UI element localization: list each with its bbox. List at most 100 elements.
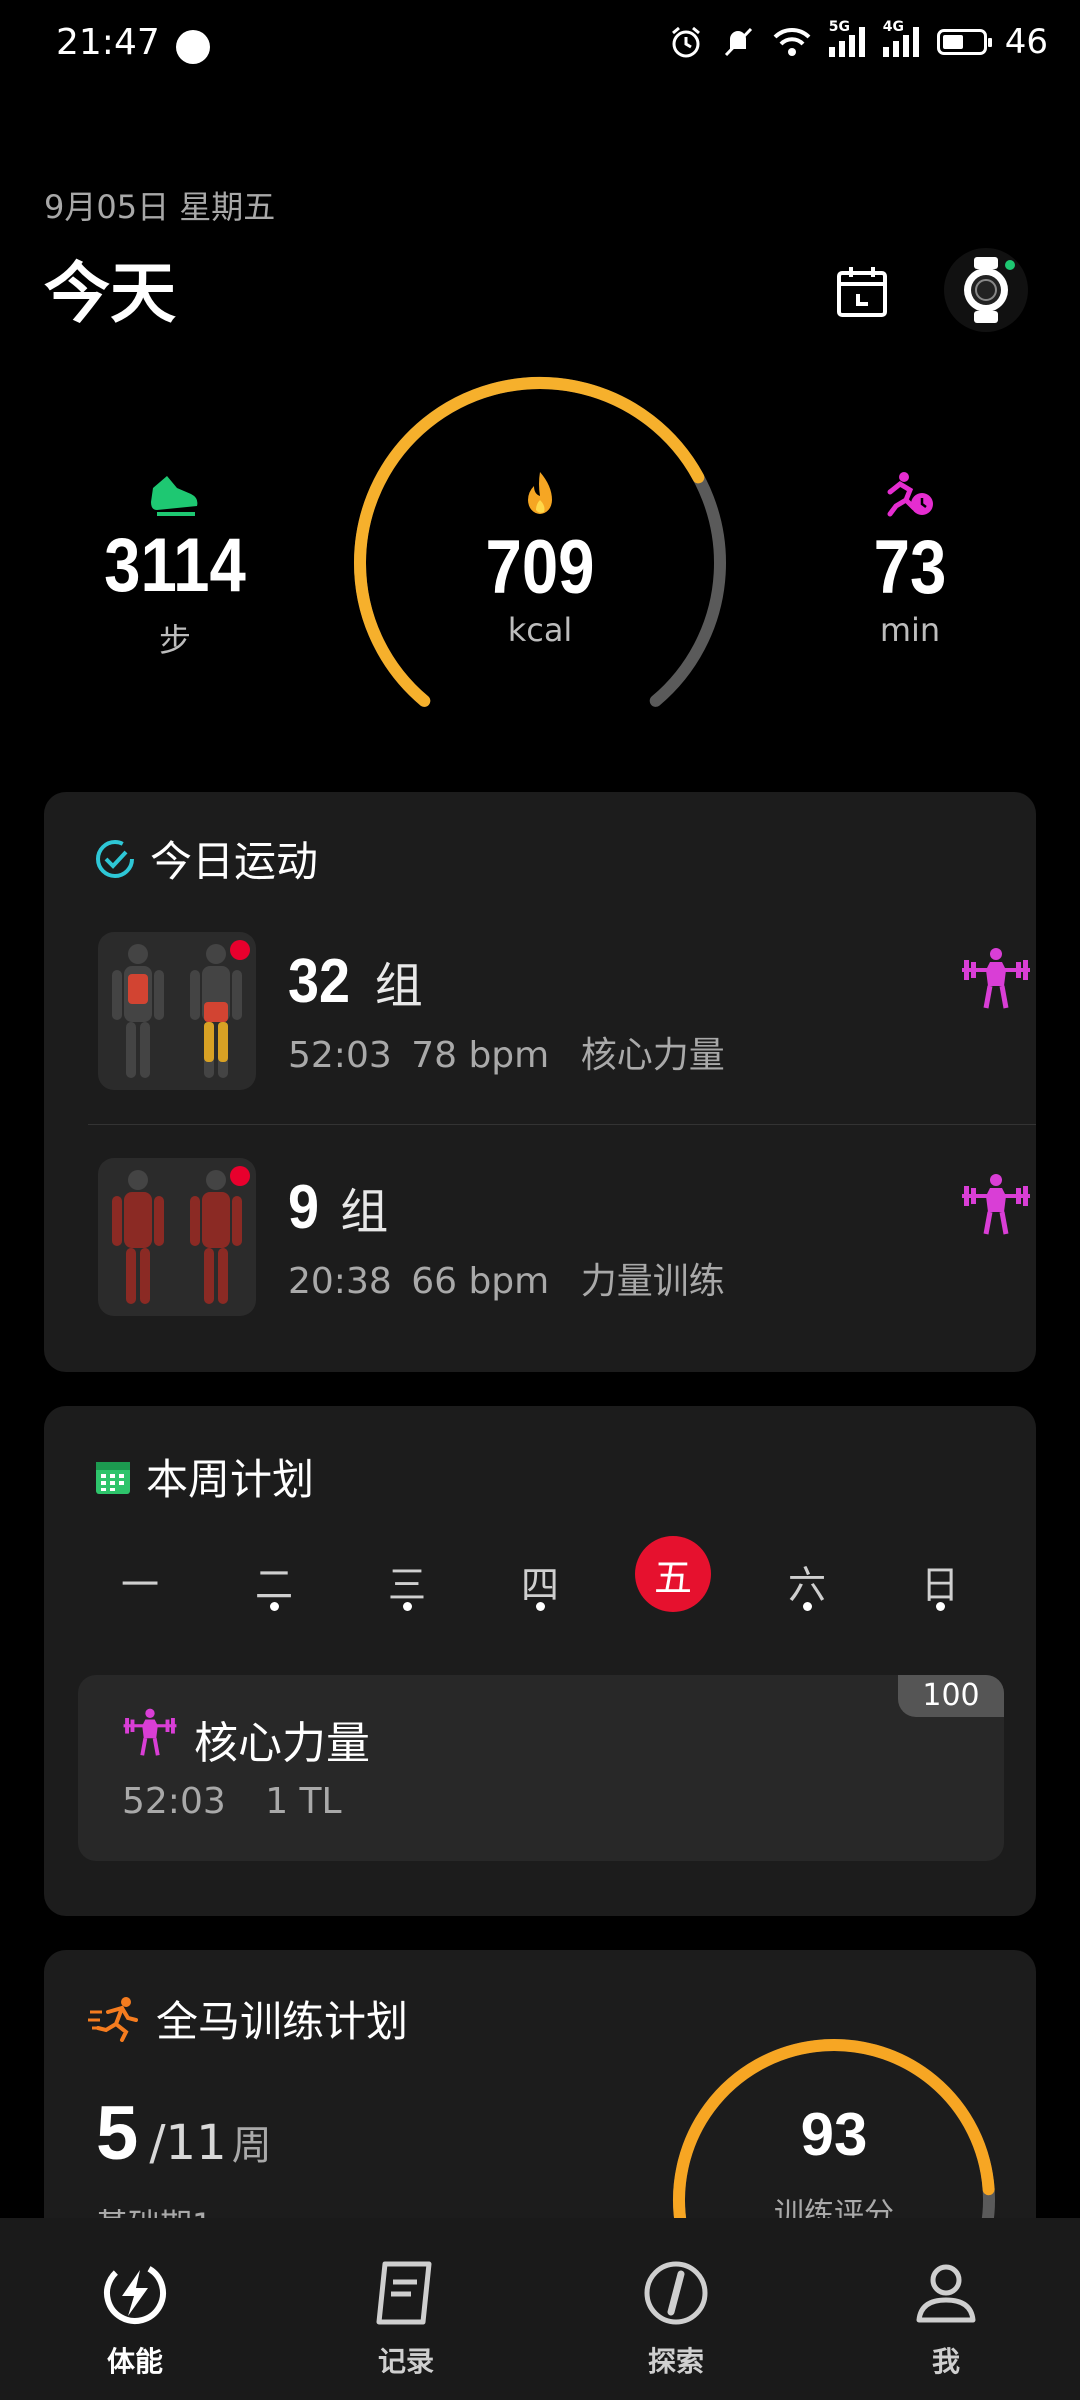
new-indicator-dot: [230, 1166, 250, 1186]
calendar-grid-icon: [96, 1461, 130, 1494]
workout-duration: 52:03: [288, 1035, 392, 1076]
today-workouts-card: 今日运动 32 组 52:03 78 bpm 核心力量 9 组 20:38 66…: [44, 792, 1036, 1372]
calendar-icon: [837, 267, 887, 317]
device-watch-button[interactable]: [944, 248, 1028, 332]
workout-item[interactable]: 32 组 52:03 78 bpm 核心力量: [98, 932, 1036, 1092]
total-weeks: /11: [149, 2115, 227, 2171]
day-label: 六: [787, 1563, 826, 1607]
nav-label: 体能: [106, 2345, 163, 2378]
plan-details: 52:03 1 TL: [122, 1781, 342, 1822]
network-5g-label: 5G: [828, 19, 850, 35]
new-indicator-dot: [230, 940, 250, 960]
calories-stat[interactable]: 709 kcal: [420, 470, 660, 649]
activity-dot: [536, 1602, 545, 1611]
running-icon: [88, 1996, 138, 2042]
fitness-bolt-icon: [104, 2262, 166, 2324]
marathon-title: 全马训练计划: [156, 1997, 409, 2046]
calories-value: 709: [485, 525, 595, 610]
activity-dot: [403, 1602, 412, 1611]
status-icons: 5G 4G 46: [669, 19, 1048, 62]
week-plan-title: 本周计划: [146, 1455, 315, 1504]
watch-icon: [964, 257, 1015, 323]
day-tue[interactable]: 二: [234, 1554, 314, 1609]
notification-bubble-icon: [176, 30, 210, 64]
network-4g-label: 4G: [882, 19, 904, 35]
wifi-icon: [773, 27, 811, 56]
nav-records[interactable]: 记录: [336, 2258, 476, 2380]
battery-level: 46: [1004, 22, 1048, 62]
activity-dot: [803, 1602, 812, 1611]
workout-details: 20:38 66 bpm 力量训练: [288, 1252, 725, 1304]
plan-item-card[interactable]: 100 核心力量 52:03 1 TL: [78, 1675, 1004, 1861]
day-label: 四: [520, 1563, 559, 1607]
sets-count: 32: [288, 947, 351, 1016]
workout-sets: 9 组: [288, 1172, 388, 1243]
day-mon[interactable]: 一: [100, 1554, 180, 1609]
weightlifting-icon: [123, 1708, 177, 1756]
flame-icon: [528, 472, 552, 514]
day-label: 五: [653, 1555, 692, 1600]
weightlifting-icon: [962, 1174, 1030, 1235]
day-wed[interactable]: 三: [367, 1554, 447, 1609]
workout-details: 52:03 78 bpm 核心力量: [288, 1026, 725, 1078]
nav-me[interactable]: 我: [876, 2258, 1016, 2380]
muscle-map-thumbnail: [98, 932, 256, 1090]
plan-score-badge: 100: [898, 1675, 1004, 1717]
sets-unit: 组: [340, 1184, 389, 1240]
nav-explore[interactable]: 探索: [606, 2258, 746, 2380]
workout-type: 核心力量: [580, 1035, 725, 1076]
running-timer-icon: [887, 472, 933, 517]
status-bar: 21:47 5G 4G 46: [0, 0, 1080, 90]
day-sun[interactable]: 日: [900, 1554, 980, 1609]
plan-name: 核心力量: [194, 1718, 370, 1769]
steps-unit: 步: [158, 621, 191, 659]
steps-stat[interactable]: 3114 步: [60, 470, 290, 661]
activity-dot: [270, 1602, 279, 1611]
alarm-icon: [671, 26, 700, 58]
battery-icon: [936, 29, 992, 55]
bottom-navigation: 体能 记录 探索 我: [0, 2218, 1080, 2400]
shoe-icon: [151, 476, 198, 516]
steps-value: 3114: [104, 523, 246, 608]
day-fri-selected[interactable]: 五: [635, 1536, 711, 1612]
date-label: 9月05日 星期五: [44, 188, 276, 226]
sets-count: 9: [288, 1173, 320, 1242]
compass-icon: [644, 2261, 708, 2325]
muscle-map-thumbnail: [98, 1158, 256, 1316]
training-score: 93 训练评分: [744, 2100, 924, 2233]
day-label: 日: [920, 1563, 959, 1607]
check-circle-icon: [96, 839, 134, 878]
workout-heart-rate: 78 bpm: [411, 1035, 550, 1076]
calendar-button[interactable]: [820, 250, 904, 334]
active-time-stat[interactable]: 73 min: [800, 470, 1020, 649]
day-sat[interactable]: 六: [767, 1554, 847, 1609]
nav-label: 记录: [377, 2345, 434, 2378]
mute-icon: [724, 27, 752, 57]
week-progress: 5 /11 周: [96, 2090, 272, 2177]
current-week: 5: [96, 2091, 139, 2176]
calories-unit: kcal: [507, 611, 573, 649]
plan-duration: 52:03: [122, 1781, 226, 1822]
day-thu[interactable]: 四: [500, 1554, 580, 1609]
profile-icon: [916, 2264, 976, 2323]
workout-type: 力量训练: [580, 1261, 725, 1302]
weightlifting-icon: [962, 948, 1030, 1009]
workout-item[interactable]: 9 组 20:38 66 bpm 力量训练: [98, 1158, 1036, 1318]
nav-label: 探索: [647, 2345, 704, 2378]
records-icon: [376, 2261, 432, 2325]
today-workouts-header: 今日运动: [94, 828, 318, 889]
workout-heart-rate: 66 bpm: [411, 1261, 550, 1302]
day-label: 二: [254, 1563, 293, 1607]
today-workouts-title: 今日运动: [150, 837, 319, 886]
plan-load: 1 TL: [265, 1781, 342, 1822]
active-time-unit: min: [879, 611, 941, 649]
nav-label: 我: [931, 2345, 960, 2378]
nav-fitness[interactable]: 体能: [65, 2258, 205, 2380]
day-label: 一: [120, 1563, 159, 1607]
workout-duration: 20:38: [288, 1261, 392, 1302]
marathon-header: 全马训练计划: [88, 1988, 408, 2049]
signal-4g-icon: 4G: [882, 19, 919, 57]
signal-5g-icon: 5G: [828, 19, 865, 57]
status-time: 21:47: [56, 22, 160, 63]
divider: [88, 1124, 1036, 1125]
